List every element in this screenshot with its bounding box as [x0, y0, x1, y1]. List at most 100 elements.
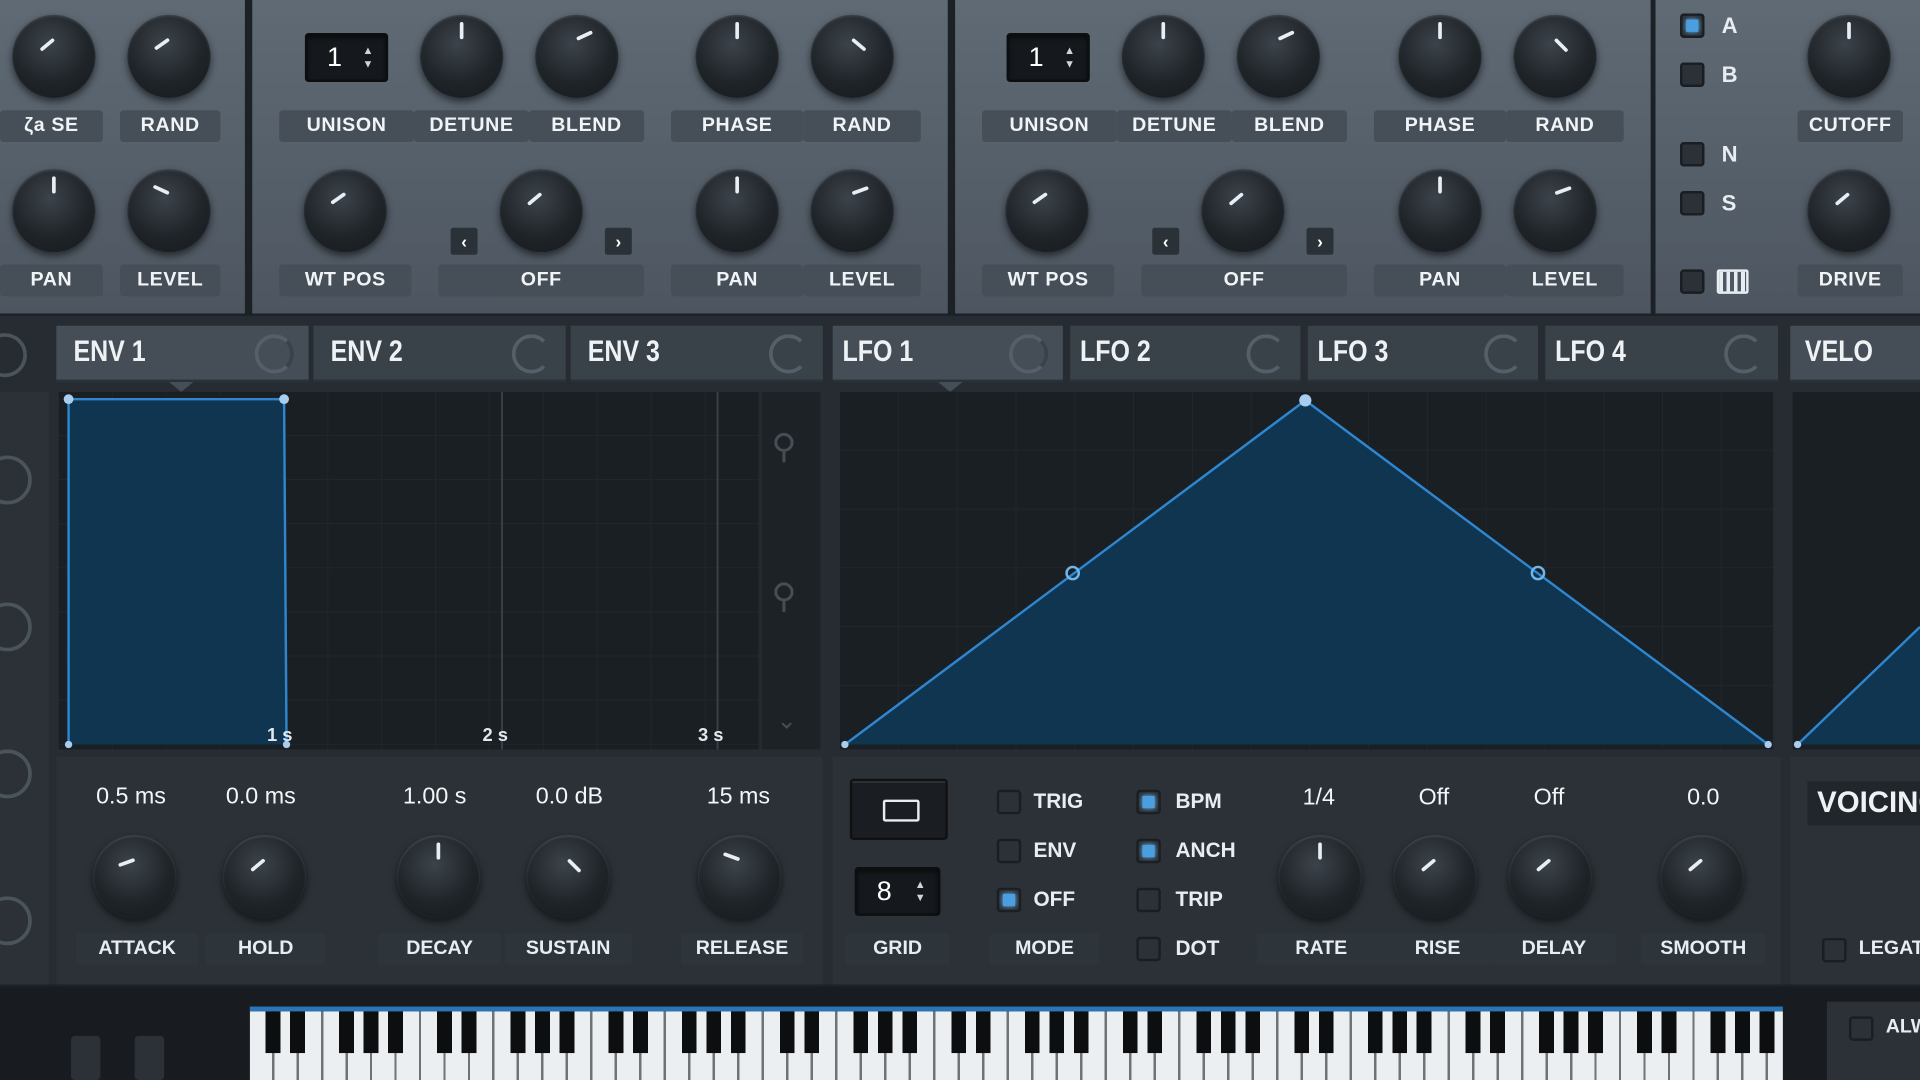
osc-a-warp-next-icon[interactable]: › [604, 227, 632, 255]
env-hold-node[interactable] [279, 394, 289, 405]
filter-route-a-checkbox[interactable] [1680, 13, 1705, 38]
osc-b-pan-knob[interactable] [1398, 168, 1482, 253]
drag-ring-icon[interactable] [768, 334, 809, 374]
always-checkbox[interactable] [1848, 1016, 1874, 1041]
rise-knob[interactable] [1393, 835, 1477, 919]
osc-b-phase-knob[interactable] [1398, 14, 1482, 98]
smooth-knob[interactable] [1660, 835, 1744, 919]
release-knob[interactable] [697, 835, 782, 919]
sustain-knob[interactable] [526, 835, 610, 919]
spinner-arrows-icon[interactable]: ▲ ▼ [1064, 44, 1075, 71]
side-slot-ring-icon[interactable] [0, 602, 32, 652]
osc-b-rand-knob[interactable] [1513, 14, 1597, 98]
osc-a-warp-prev-icon[interactable]: ‹ [450, 227, 478, 255]
osc-a-wt-pos-knob[interactable] [303, 168, 387, 253]
mode-trig-checkbox[interactable] [996, 789, 1022, 815]
always-panel: ALW [1826, 1001, 1920, 1080]
filter-route-s-checkbox[interactable] [1680, 191, 1705, 216]
spinner-arrows-icon[interactable]: ▲ ▼ [915, 878, 926, 905]
velo-curve [1793, 626, 1920, 749]
drag-ring-icon[interactable] [1484, 334, 1524, 374]
rand-knob[interactable] [127, 14, 211, 98]
tab-env-3[interactable]: ENV 3 [570, 325, 823, 383]
osc-a-rand-knob[interactable] [810, 14, 894, 98]
spinner-arrows-icon[interactable]: ▲ ▼ [363, 44, 374, 71]
osc-b-warp-prev-icon[interactable]: ‹ [1152, 227, 1180, 255]
osc-b-warp-next-icon[interactable]: › [1306, 227, 1334, 255]
tab-lfo-1[interactable]: LFO 1 [832, 325, 1063, 383]
zoom-in-icon[interactable]: ⚲ [771, 426, 796, 466]
lfo-peak-node[interactable] [1299, 394, 1312, 407]
tab-lfo-2[interactable]: LFO 2 [1070, 325, 1301, 383]
bpm-checkbox[interactable] [1136, 789, 1161, 815]
level-knob[interactable] [127, 168, 211, 253]
env-attack-node[interactable] [63, 394, 74, 405]
drive-knob[interactable] [1807, 168, 1891, 253]
mod-wheel[interactable] [134, 1035, 165, 1080]
osc-a-detune-knob[interactable] [420, 14, 504, 98]
tab-lfo-4[interactable]: LFO 4 [1545, 325, 1778, 383]
piano-keyboard[interactable] [249, 1011, 1783, 1080]
osc-b-wt-pos-knob[interactable] [1005, 168, 1089, 253]
osc-b-warp-knob[interactable] [1201, 168, 1285, 253]
drag-ring-icon[interactable] [511, 334, 552, 374]
osc-a-phase-knob[interactable] [695, 14, 779, 98]
pitch-wheel[interactable] [71, 1035, 101, 1080]
dot-checkbox[interactable] [1136, 936, 1161, 962]
side-slot-ring-icon[interactable] [0, 455, 32, 505]
mode-env-checkbox[interactable] [996, 838, 1022, 864]
cutoff-label: CUTOFF [1797, 110, 1903, 143]
filter-route-n-checkbox[interactable] [1680, 142, 1705, 167]
release-label: RELEASE [680, 933, 804, 965]
side-slot-ring-icon[interactable] [0, 896, 32, 946]
osc-b-warp-mode-label[interactable]: OFF [1141, 264, 1347, 297]
osc-a-pan-knob[interactable] [695, 168, 779, 253]
chevron-down-icon[interactable]: ⌄ [776, 705, 797, 736]
env-start-node[interactable] [64, 740, 73, 749]
zoom-out-icon[interactable]: ⚲ [771, 576, 796, 616]
drag-ring-icon[interactable] [254, 334, 294, 374]
envelope-graph[interactable]: 1 s 2 s 3 s [58, 391, 760, 750]
osc-b-level-knob[interactable] [1513, 168, 1597, 253]
lfo-preset-folder-button[interactable] [849, 778, 948, 841]
osc-b-detune-knob[interactable] [1121, 14, 1205, 98]
tab-lfo-3[interactable]: LFO 3 [1307, 325, 1538, 383]
lfo-end-node[interactable] [1764, 740, 1772, 749]
phase-knob[interactable] [12, 14, 96, 98]
osc-b-unison-spinner[interactable]: 1 ▲ ▼ [1006, 33, 1090, 83]
osc-a-level-knob[interactable] [810, 168, 894, 253]
side-slot-ring-icon[interactable] [0, 749, 32, 799]
osc-a-blend-knob[interactable] [535, 14, 619, 98]
attack-knob[interactable] [93, 835, 177, 919]
lfo-grid-spinner[interactable]: 8 ▲ ▼ [854, 866, 941, 916]
filter-route-b-checkbox[interactable] [1680, 62, 1705, 87]
osc-b-blend-knob[interactable] [1236, 14, 1321, 98]
legato-checkbox[interactable] [1822, 937, 1847, 963]
decay-knob[interactable] [396, 835, 481, 919]
cutoff-knob[interactable] [1807, 14, 1891, 98]
serum-synth-window: ζа SE RAND PAN LEVEL 1 ▲ ▼ UNISON DETUNE … [0, 0, 1920, 1080]
black-keys[interactable] [249, 1011, 1783, 1054]
rate-knob[interactable] [1278, 835, 1362, 919]
osc-a-unison-spinner[interactable]: 1 ▲ ▼ [304, 33, 389, 83]
pan-knob[interactable] [12, 168, 96, 253]
filter-keytrack-checkbox[interactable] [1680, 269, 1705, 294]
lfo-graph[interactable] [840, 391, 1774, 750]
velo-graph[interactable] [1792, 391, 1920, 750]
tab-velo[interactable]: VELO [1790, 325, 1920, 383]
mode-off-checkbox[interactable] [996, 887, 1022, 913]
tab-env-2[interactable]: ENV 2 [313, 325, 566, 383]
anch-checkbox[interactable] [1136, 838, 1161, 864]
osc-a-warp-mode-label[interactable]: OFF [438, 264, 645, 297]
osc-a-warp-knob[interactable] [499, 168, 583, 253]
tab-env-1[interactable]: ENV 1 [56, 325, 309, 383]
delay-knob[interactable] [1508, 835, 1592, 919]
lfo-curve[interactable] [840, 391, 1774, 750]
lfo-start-node[interactable] [841, 740, 849, 749]
hold-knob[interactable] [222, 835, 307, 919]
drag-ring-icon[interactable] [1724, 334, 1764, 374]
drag-ring-icon[interactable] [1008, 334, 1049, 374]
trip-checkbox[interactable] [1136, 887, 1161, 913]
envelope-curve[interactable] [58, 391, 760, 750]
drag-ring-icon[interactable] [1246, 334, 1286, 374]
